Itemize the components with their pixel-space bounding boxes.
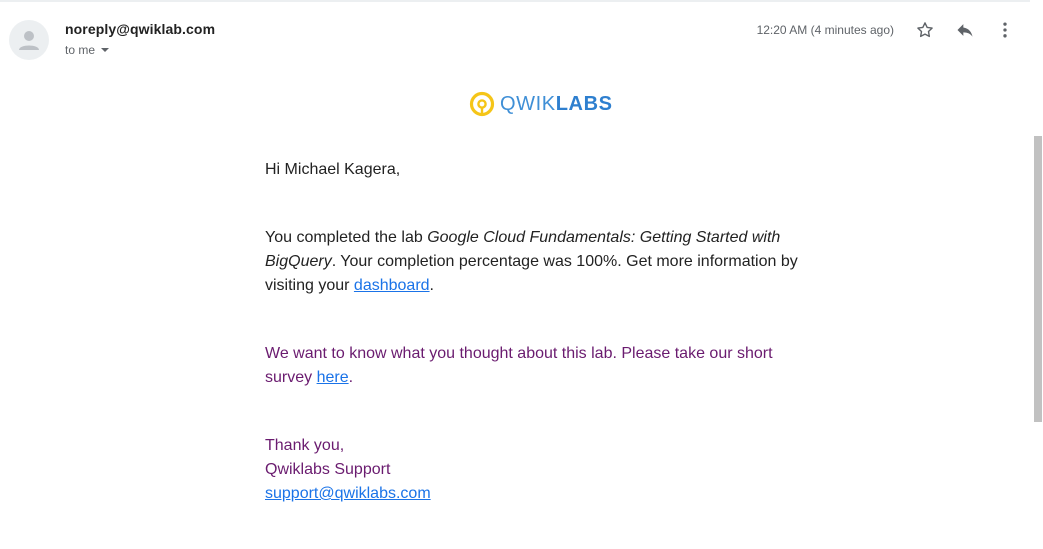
scrollbar-thumb[interactable] [1034,136,1042,422]
email-view: noreply@qwiklab.com to me 12:20 AM (4 mi… [0,0,1043,549]
timestamp[interactable]: 12:20 AM (4 minutes ago) [757,23,894,37]
signature: Thank you, Qwiklabs Support support@qwikla… [265,434,805,506]
reply-button[interactable] [951,16,979,44]
chevron-down-icon [101,48,110,52]
star-icon [917,22,933,38]
star-button[interactable] [911,16,939,44]
qwiklabs-logo: QWIKLABS [469,91,613,117]
sign-thanks: Thank you, [265,437,345,454]
support-email-link[interactable]: support@qwiklabs.com [265,485,431,502]
qwiklabs-logo-icon [469,91,495,117]
person-icon [19,31,39,50]
recipient-details-toggle[interactable]: to me [65,43,110,57]
logo-wordmark: QWIKLABS [500,93,613,115]
survey-link[interactable]: here [317,369,349,386]
survey-paragraph: We want to know what you thought about t… [265,345,773,386]
divider [0,0,1030,2]
more-vert-icon [1003,22,1007,38]
avatar[interactable] [9,20,49,60]
message-body: Hi Michael Kagera, You completed the lab… [265,158,805,506]
completion-paragraph: You completed the lab Google Cloud Funda… [265,229,798,294]
sign-team: Qwiklabs Support [265,461,391,478]
reply-icon [957,24,973,37]
sender-address[interactable]: noreply@qwiklab.com [65,21,215,37]
dashboard-link[interactable]: dashboard [354,277,430,294]
recipient-label: to me [65,43,96,57]
more-options-button[interactable] [991,16,1019,44]
greeting: Hi Michael Kagera, [265,161,401,178]
